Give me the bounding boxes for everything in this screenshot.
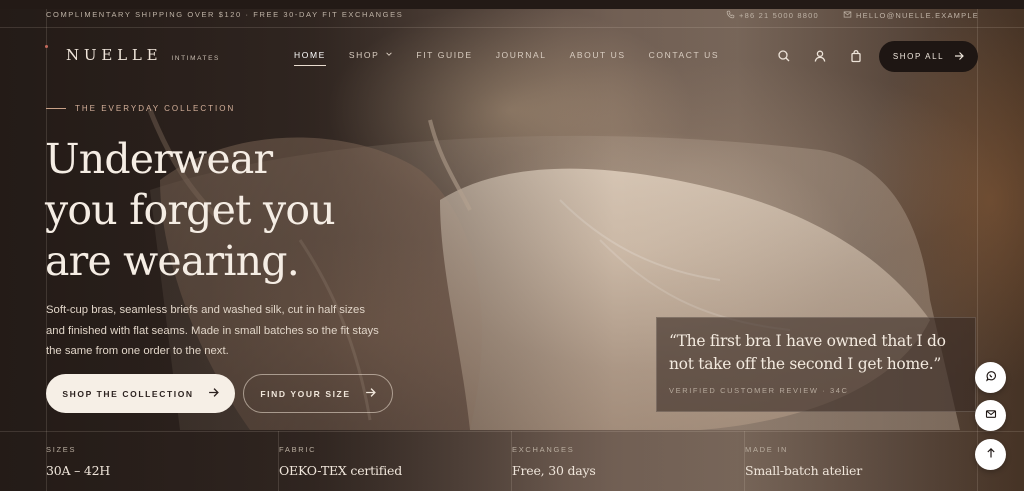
arrow-right-icon <box>365 387 376 400</box>
email-address: HELLO@NUELLE.EXAMPLE <box>856 11 979 20</box>
brand-name: NUELLE <box>66 46 163 64</box>
brand-logo[interactable]: NUELLE INTIMATES <box>45 45 220 64</box>
whatsapp-icon <box>985 369 997 387</box>
testimonial-card: “The first bra I have owned that I do no… <box>656 317 976 412</box>
nav-item-fit-guide[interactable]: FIT GUIDE <box>416 50 472 60</box>
brand-subtitle: INTIMATES <box>171 55 220 62</box>
headline-line: Underwear <box>45 135 273 183</box>
arrow-right-icon <box>954 51 965 63</box>
stat-value: Small-batch atelier <box>745 463 863 478</box>
nav-label: ABOUT US <box>569 50 626 60</box>
user-icon[interactable] <box>813 49 827 63</box>
headline-line: you forget you <box>45 186 336 234</box>
stat-exchanges: EXCHANGES Free, 30 days <box>512 445 596 478</box>
stat-label: FABRIC <box>279 445 317 454</box>
shop-collection-button[interactable]: SHOP THE COLLECTION <box>46 374 235 413</box>
hero-eyebrow: THE EVERYDAY COLLECTION <box>46 104 235 113</box>
mail-icon <box>843 10 852 21</box>
stat-label: EXCHANGES <box>512 445 575 454</box>
shop-collection-label: SHOP THE COLLECTION <box>62 388 194 399</box>
nav-label: JOURNAL <box>495 50 547 60</box>
headline-line: are wearing. <box>45 237 300 285</box>
nav-item-contact-us[interactable]: CONTACT US <box>649 50 719 60</box>
announcement-text: COMPLIMENTARY SHIPPING OVER $120 · FREE … <box>46 10 404 19</box>
nav-label: CONTACT US <box>648 50 720 60</box>
eyebrow-text: THE EVERYDAY COLLECTION <box>75 104 236 113</box>
shop-all-button[interactable]: SHOP ALL <box>879 41 978 72</box>
nav-item-about-us[interactable]: ABOUT US <box>570 50 626 60</box>
mail-icon <box>985 407 997 425</box>
nav-item-journal[interactable]: JOURNAL <box>496 50 547 60</box>
arrow-right-icon <box>208 387 219 400</box>
nav-label: FIT GUIDE <box>416 50 473 60</box>
testimonial-attribution: VERIFIED CUSTOMER REVIEW · 34C <box>669 386 849 395</box>
contact-email[interactable]: HELLO@NUELLE.EXAMPLE <box>843 10 979 21</box>
shop-all-label: SHOP ALL <box>892 52 945 61</box>
contact-phone[interactable]: +86 21 5000 8800 <box>726 10 819 21</box>
stat-fabric: FABRIC OEKO-TEX certified <box>279 445 402 478</box>
nav-item-home[interactable]: HOME <box>294 50 326 66</box>
email-button[interactable] <box>975 400 1006 431</box>
whatsapp-button[interactable] <box>975 362 1006 393</box>
hero-stats: SIZES 30A – 42H FABRIC OEKO-TEX certifie… <box>0 431 1024 491</box>
search-icon[interactable] <box>777 49 791 63</box>
chevron-down-icon <box>385 50 393 60</box>
nav-label: HOME <box>294 50 326 60</box>
nav-item-shop[interactable]: SHOP <box>349 50 394 60</box>
stat-value: Free, 30 days <box>512 463 596 478</box>
find-size-button[interactable]: FIND YOUR SIZE <box>243 374 393 413</box>
stat-value: OEKO-TEX certified <box>279 463 403 478</box>
stat-value: 30A – 42H <box>46 463 111 478</box>
find-size-label: FIND YOUR SIZE <box>260 388 351 399</box>
stat-label: SIZES <box>46 445 77 454</box>
brand-accent-dot <box>45 45 48 48</box>
stat-label: MADE IN <box>745 445 789 454</box>
hero-description: Soft-cup bras, seamless briefs and washe… <box>46 304 379 357</box>
testimonial-quote: “The first bra I have owned that I do no… <box>669 332 946 373</box>
main-nav: HOME SHOP FIT GUIDE JOURNAL ABOUT US CON… <box>294 50 742 66</box>
stat-made-in: MADE IN Small-batch atelier <box>745 445 862 478</box>
phone-number: +86 21 5000 8800 <box>739 11 819 20</box>
bag-icon[interactable] <box>849 49 863 63</box>
nav-label: SHOP <box>348 50 380 60</box>
arrow-up-icon <box>985 446 997 464</box>
stat-sizes: SIZES 30A – 42H <box>46 445 110 478</box>
back-to-top-button[interactable] <box>975 439 1006 470</box>
eyebrow-rule <box>46 108 66 109</box>
top-edge <box>0 0 1024 9</box>
hero-headline: Underwear you forget you are wearing. <box>45 134 405 287</box>
phone-icon <box>726 10 735 21</box>
